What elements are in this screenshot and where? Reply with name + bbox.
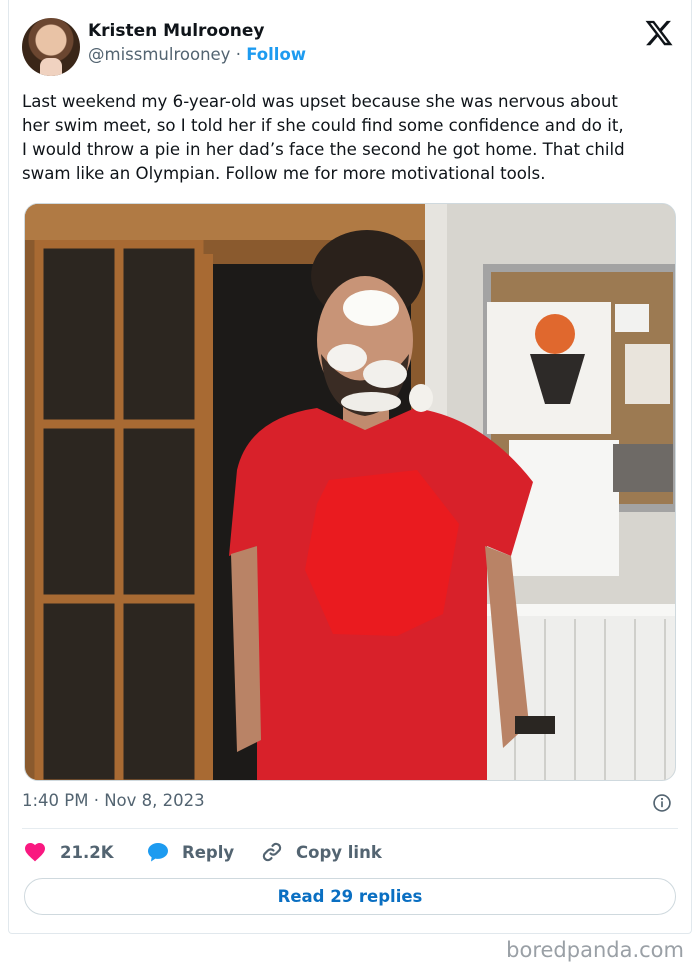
follow-link[interactable]: Follow (246, 45, 306, 64)
reply-label: Reply (182, 842, 235, 862)
tweet-photo[interactable] (24, 203, 676, 781)
handle-row: @missmulrooney · Follow (88, 45, 306, 64)
copy-link-label: Copy link (296, 842, 382, 862)
copy-link-button[interactable]: Copy link (260, 838, 382, 866)
read-replies-button[interactable]: Read 29 replies (24, 878, 676, 915)
x-logo-icon[interactable] (644, 18, 674, 48)
info-icon[interactable] (652, 793, 672, 813)
author-handle[interactable]: @missmulrooney (88, 45, 230, 64)
separator-dot: · (235, 45, 241, 64)
divider (22, 828, 678, 829)
reply-bubble-icon (148, 843, 168, 862)
photo-man-pie-face-icon (25, 204, 675, 780)
tweet-timestamp[interactable]: 1:40 PM · Nov 8, 2023 (22, 791, 205, 810)
action-bar: 21.2K Reply Copy link (22, 838, 678, 868)
author-name[interactable]: Kristen Mulrooney (88, 21, 264, 41)
tweet-header: Kristen Mulrooney @missmulrooney · Follo… (22, 18, 678, 76)
reply-button[interactable]: Reply (146, 838, 234, 866)
watermark: boredpanda.com (506, 938, 684, 962)
link-icon (262, 842, 282, 862)
like-count: 21.2K (60, 842, 114, 862)
like-button[interactable]: 21.2K (22, 838, 114, 866)
heart-icon (25, 843, 45, 862)
avatar[interactable] (22, 18, 80, 76)
tweet-text: Last weekend my 6-year-old was upset bec… (22, 92, 625, 183)
